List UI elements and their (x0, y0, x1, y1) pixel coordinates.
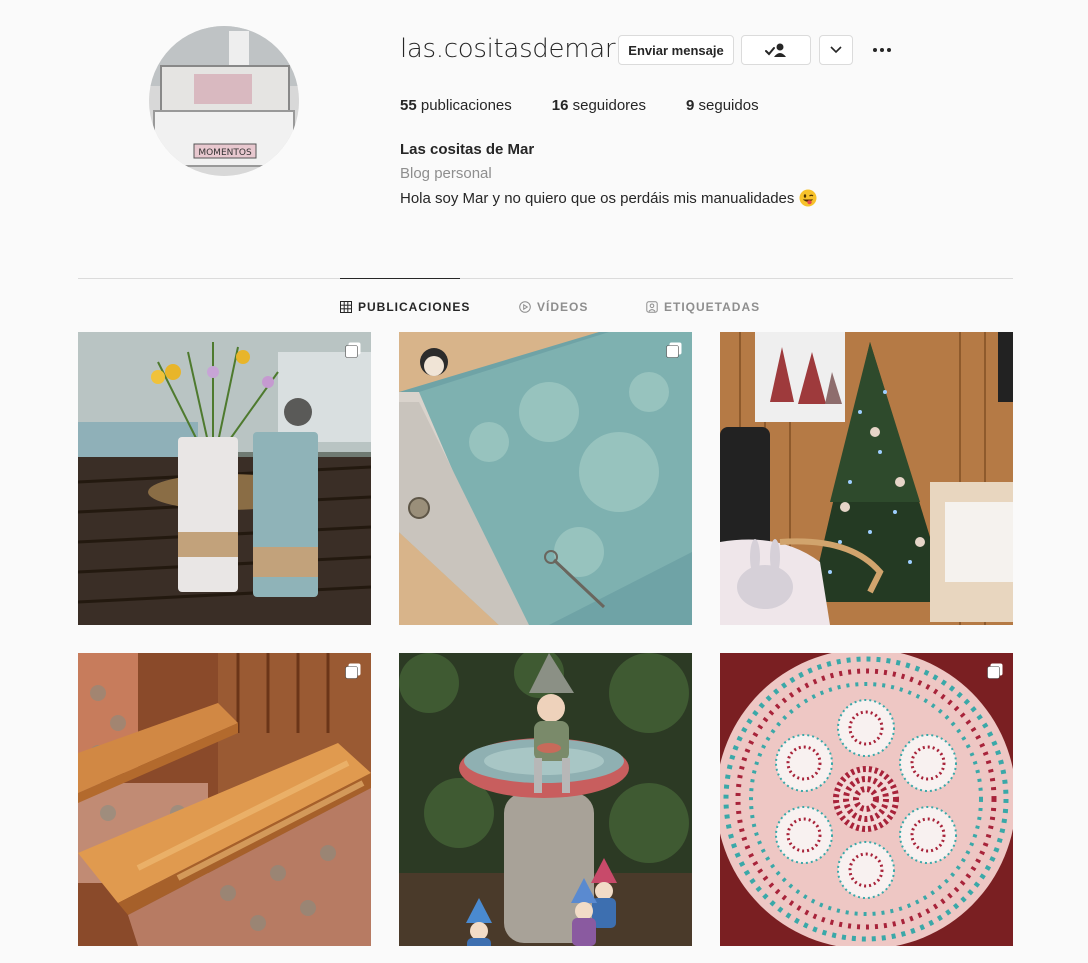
posts-count: 55 (400, 97, 417, 114)
post-tile-christmas-tree[interactable] (720, 332, 1013, 625)
tag-person-icon (646, 301, 658, 313)
following-button[interactable] (741, 35, 811, 65)
tab-videos-label: VÍDEOS (537, 300, 589, 314)
bio-category: Blog personal (400, 165, 492, 182)
grid-icon (340, 301, 352, 313)
avatar-label: MOMENTOS (198, 148, 252, 158)
following-count: 9 (686, 97, 695, 114)
tab-etiquetadas-label: ETIQUETADAS (664, 300, 761, 314)
post-tile-dotted-plate[interactable] (720, 653, 1013, 946)
following-stat[interactable]: 9 seguidos (686, 97, 759, 114)
message-button[interactable]: Enviar mensaje (618, 35, 734, 65)
winking-face-with-tongue-icon (799, 189, 817, 207)
multiple-images-icon (666, 342, 682, 358)
followers-count: 16 (551, 97, 569, 114)
post-image (399, 653, 692, 946)
followers-label: seguidores (572, 97, 647, 114)
bio-text-content: Hola soy Mar y no quiero que os perdáis … (400, 189, 795, 207)
posts-label: publicaciones (420, 97, 512, 114)
active-tab-indicator (340, 278, 460, 279)
bio-text: Hola soy Mar y no quiero que os perdáis … (400, 189, 817, 207)
tab-publicaciones[interactable]: PUBLICACIONES (340, 298, 470, 316)
post-image (78, 332, 371, 625)
play-icon (519, 301, 531, 313)
tabs-divider (78, 278, 1013, 279)
posts-stat[interactable]: 55 publicaciones (400, 97, 512, 114)
avatar-image: MOMENTOS (149, 26, 299, 176)
chevron-down-icon (830, 46, 842, 54)
profile-page: MOMENTOS las.cositasdemar Enviar mensaje… (0, 0, 1088, 963)
bio-name: Las cositas de Mar (400, 141, 535, 158)
post-tile-wooden-stairs[interactable] (78, 653, 371, 946)
tab-videos[interactable]: VÍDEOS (519, 298, 588, 316)
post-image (78, 653, 371, 946)
post-tile-gnome-mushroom[interactable] (399, 653, 692, 946)
followers-stat[interactable]: 16 seguidores (552, 97, 646, 114)
ellipsis-icon (873, 48, 877, 52)
post-image (720, 332, 1013, 625)
profile-avatar[interactable]: MOMENTOS (149, 26, 299, 176)
post-image (720, 653, 1013, 946)
multiple-images-icon (345, 663, 361, 679)
tab-publicaciones-label: PUBLICACIONES (358, 300, 471, 314)
username: las.cositasdemar (400, 34, 616, 64)
profile-stats: 55 publicaciones 16 seguidores 9 seguido… (400, 97, 799, 114)
tab-etiquetadas[interactable]: ETIQUETADAS (646, 298, 760, 316)
multiple-images-icon (987, 663, 1003, 679)
suggestions-dropdown-button[interactable] (819, 35, 853, 65)
following-label: seguidos (698, 97, 759, 114)
multiple-images-icon (345, 342, 361, 358)
person-check-icon (765, 43, 786, 57)
post-tile-flower-vases[interactable] (78, 332, 371, 625)
post-tile-book-box[interactable] (399, 332, 692, 625)
post-image (399, 332, 692, 625)
options-button[interactable] (869, 40, 895, 60)
